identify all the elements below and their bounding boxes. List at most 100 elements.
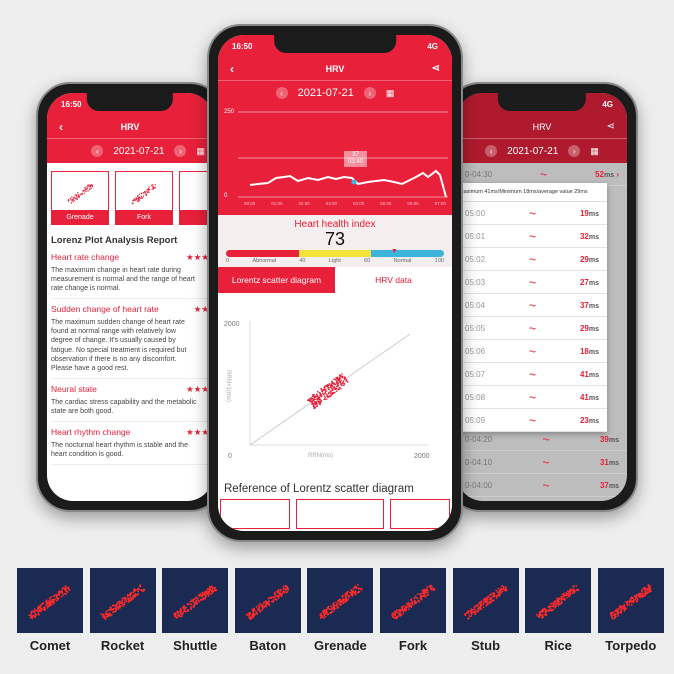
reference-thumb[interactable] <box>390 499 450 529</box>
scatter-dot <box>622 604 625 606</box>
screen-title: HRV <box>120 121 140 132</box>
share-icon[interactable]: ⋖ <box>432 63 440 74</box>
list-row[interactable]: 05:02 ⏦ 29ms <box>457 248 607 271</box>
heartbeat-icon: ⏦ <box>528 368 537 379</box>
scatter-dot <box>431 587 434 590</box>
heartbeat-icon: ⏦ <box>528 230 537 241</box>
scatter-dot <box>334 607 337 610</box>
scatter-dot <box>466 610 469 613</box>
back-icon[interactable]: ‹ <box>59 120 63 134</box>
scatter-dot <box>34 615 36 618</box>
scatter-dot <box>180 615 183 618</box>
scatter-dot <box>132 590 135 592</box>
scatter-dot <box>327 613 330 616</box>
scatter-dot <box>408 605 411 607</box>
scatter-dot <box>499 591 502 594</box>
scatter-dot <box>83 192 85 194</box>
next-date-icon[interactable]: › <box>568 145 581 157</box>
heartbeat-icon: ⏦ <box>528 322 537 333</box>
scatter-dot <box>331 392 334 394</box>
scatter-dot <box>536 613 538 616</box>
scatter-dot <box>65 587 68 590</box>
scatter-dot <box>120 601 123 604</box>
scatter-dot <box>347 598 349 601</box>
back-icon[interactable]: ‹ <box>230 62 234 76</box>
tab-lorentz-scatter[interactable]: Lorentz scatter diagram <box>218 267 335 293</box>
list-row[interactable]: 0-04:10 ⏦ 31ms <box>457 451 627 474</box>
list-row[interactable]: 05:04 ⏦ 37ms <box>457 294 607 317</box>
unit: ms <box>588 325 599 333</box>
prev-date-icon[interactable]: ‹ <box>485 145 498 157</box>
scatter-dot <box>564 594 566 597</box>
scatter-dot <box>340 379 342 382</box>
desc-line: observation if there is no any discomfor… <box>51 355 177 363</box>
scatter-dot <box>348 595 351 598</box>
thumb-grenade[interactable]: Grenade <box>51 171 109 225</box>
calendar-icon[interactable]: ▦ <box>196 146 205 157</box>
reference-thumb[interactable] <box>220 499 290 529</box>
reference-label: Stub <box>471 638 501 653</box>
list-row[interactable]: 05:07 ⏦ 41ms <box>457 363 607 386</box>
list-row[interactable]: 05:01 ⏦ 32ms <box>457 225 607 248</box>
row-value: 32 <box>579 231 589 241</box>
unit: ms <box>588 279 599 287</box>
scatter-dot <box>340 383 342 386</box>
scatter-dot <box>57 597 60 600</box>
list-row[interactable]: 05:09 ⏦ 23ms <box>457 409 607 432</box>
scatter-dot <box>275 595 278 597</box>
thumb-partial[interactable] <box>179 171 209 225</box>
scatter-dot <box>351 594 354 596</box>
calendar-icon[interactable]: ▦ <box>590 146 599 157</box>
scatter-dot <box>34 612 37 615</box>
scatter-dot <box>542 615 545 618</box>
scatter-dot <box>497 587 499 590</box>
scatter-dot <box>345 380 347 382</box>
row-time: 0-04:20 <box>465 434 493 444</box>
scatter-dot <box>87 190 89 192</box>
scatter-dot <box>105 610 108 613</box>
prev-date-icon[interactable]: ‹ <box>91 145 104 157</box>
scatter-dot <box>645 588 648 591</box>
scatter-dot <box>335 601 338 604</box>
scatter-dot <box>613 610 616 613</box>
thumb-fork[interactable]: Fork <box>115 171 173 225</box>
scatter-dot <box>31 617 34 620</box>
x-tick: 04:00 <box>352 201 365 206</box>
scatter-dot <box>424 589 427 591</box>
list-row[interactable]: 05:03 ⏦ 27ms <box>457 271 607 294</box>
scatter-dot <box>85 190 87 193</box>
scatter-dot <box>142 589 145 592</box>
scatter-dot <box>138 584 141 586</box>
scatter-dot <box>150 184 153 187</box>
scatter-dot <box>504 586 507 589</box>
scatter-dot <box>275 598 277 601</box>
scatter-dot <box>50 595 53 598</box>
list-row[interactable]: 05:00 ⏦ 19ms <box>457 202 607 225</box>
tab-hrv-data[interactable]: HRV data <box>335 267 452 293</box>
next-date-icon[interactable]: › <box>174 145 187 157</box>
thumb-label <box>180 210 208 224</box>
share-icon[interactable]: ⋖ <box>607 121 615 132</box>
scatter-dot <box>485 600 488 602</box>
scatter-dot <box>69 197 72 200</box>
list-row[interactable]: 05:05 ⏦ 29ms <box>457 317 607 340</box>
scatter-dot <box>195 599 198 602</box>
list-row[interactable]: 0-04:00 ⏦ 37ms <box>457 474 627 497</box>
scatter-pattern <box>28 585 71 620</box>
scatter-dot <box>213 586 216 589</box>
scatter-dot <box>335 390 338 392</box>
date-label: 2021-07-21 <box>113 145 165 157</box>
list-row[interactable]: 05:06 ⏦ 18ms <box>457 340 607 363</box>
calendar-icon[interactable]: ▦ <box>386 88 395 99</box>
scatter-dot <box>568 591 570 593</box>
scatter-dot <box>316 398 318 401</box>
reference-thumb[interactable] <box>296 499 384 529</box>
scatter-dot <box>470 613 473 616</box>
desc-line: found at normal range with relatively lo… <box>51 328 176 336</box>
list-row[interactable]: 05:08 ⏦ 41ms <box>457 386 607 409</box>
scatter-dot <box>107 614 110 617</box>
report-item-title: Heart rhythm change <box>51 427 131 438</box>
scatter-dot <box>405 605 408 608</box>
next-date-icon[interactable]: › <box>363 87 376 99</box>
prev-date-icon[interactable]: ‹ <box>275 87 288 99</box>
